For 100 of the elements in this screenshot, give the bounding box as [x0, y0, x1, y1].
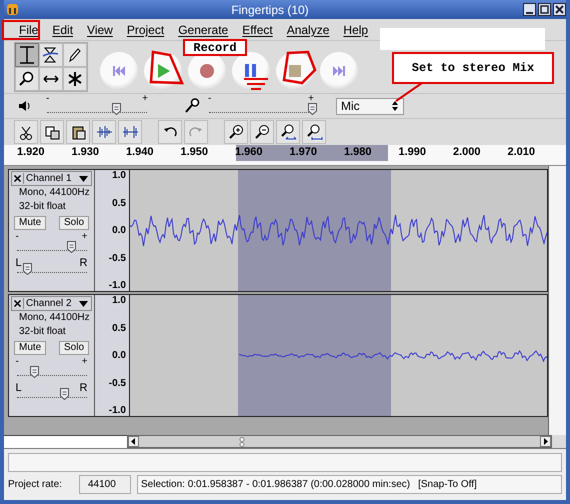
solo-button[interactable]: Solo [58, 216, 89, 230]
menu-item[interactable]: Edit [45, 22, 80, 36]
minimize-icon[interactable] [523, 3, 536, 16]
zoom-in-icon [228, 124, 244, 140]
annotation-box [2, 20, 40, 40]
transport-button[interactable] [100, 52, 138, 90]
window-title: Fingertips (10) [230, 2, 310, 16]
slider-label: - [16, 232, 19, 242]
edit-tool-button[interactable] [158, 120, 182, 144]
ruler-label: 2.010 [508, 145, 536, 158]
edit-tool-button[interactable] [302, 120, 326, 144]
edit-tool-button[interactable] [66, 120, 90, 144]
track-format: Mono, 44100Hz [18, 186, 91, 200]
close-icon[interactable] [12, 173, 24, 184]
rate-label: Project rate: [8, 479, 63, 490]
scale-label: 0.0 [112, 350, 126, 361]
close-icon[interactable] [12, 298, 24, 309]
slider-thumb[interactable] [308, 103, 317, 115]
waveform-icon [122, 124, 138, 140]
track-format: Mono, 44100Hz [18, 311, 91, 325]
slider-thumb[interactable] [67, 241, 76, 253]
menu-item[interactable]: Effect [235, 22, 280, 36]
annotation-underline [243, 77, 269, 91]
leader-line [394, 82, 424, 102]
scale-label: 0.0 [112, 225, 126, 236]
slider-label: + [82, 357, 88, 367]
maximize-icon[interactable] [538, 3, 551, 16]
solo-button[interactable]: Solo [58, 341, 89, 355]
mute-button[interactable]: Mute [14, 216, 46, 230]
snap-status: [Snap-To Off] [418, 479, 477, 490]
grip-icon[interactable] [239, 436, 245, 446]
menu-item[interactable]: Project [120, 22, 172, 36]
slider-thumb[interactable] [112, 103, 121, 115]
ruler-label: 1.930 [72, 145, 100, 158]
source-dropdown[interactable]: Mic [336, 98, 404, 114]
zoom-fit-icon [280, 124, 296, 140]
scale-label: 1.0 [112, 295, 126, 306]
scale-label: 0.5 [112, 322, 126, 334]
tool-button[interactable] [39, 67, 63, 91]
slider-label: + [142, 94, 148, 104]
vertical-scrollbar[interactable] [548, 166, 566, 435]
ruler-label: 1.990 [398, 145, 428, 158]
clipboard-icon [70, 124, 86, 140]
tool-button[interactable] [63, 67, 87, 91]
ruler-label: 1.980 [344, 145, 373, 158]
slider-label: L [16, 258, 22, 268]
slider-thumb[interactable] [30, 366, 39, 378]
edit-tool-button[interactable] [276, 120, 300, 144]
ruler-label: 1.950 [180, 145, 210, 158]
menu-item[interactable]: Generate [171, 22, 236, 36]
track-sample-format: 32-bit float [18, 200, 67, 214]
tool-button[interactable] [15, 67, 39, 91]
tool-button[interactable] [15, 43, 39, 67]
scale-label: -0.5 [108, 252, 126, 264]
zoom-out-icon [254, 124, 270, 140]
mute-button[interactable]: Mute [14, 341, 46, 355]
menu-item[interactable]: Help [336, 22, 376, 36]
tool-button[interactable] [39, 43, 63, 67]
menu-item[interactable]: Analyze [280, 22, 336, 36]
scale-label: -1.0 [108, 280, 126, 291]
slider-label: + [308, 94, 314, 104]
slider-label: L [16, 383, 22, 393]
track-sample-format: 32-bit float [18, 325, 67, 339]
slider-label: R [80, 383, 88, 393]
rate-field[interactable]: 44100 [79, 475, 131, 494]
slider-thumb[interactable] [23, 263, 32, 275]
menu-item[interactable]: View [80, 22, 120, 36]
tool-button[interactable] [63, 43, 87, 67]
app-icon [6, 3, 19, 16]
scale-label: 1.0 [112, 170, 126, 181]
microphone-icon [184, 98, 200, 114]
slider-label: - [46, 94, 50, 104]
speaker-icon [18, 99, 32, 113]
copy-icon [44, 124, 60, 140]
ruler-label: 1.920 [17, 145, 46, 158]
slider-label: - [16, 357, 19, 367]
edit-tool-button[interactable] [40, 120, 64, 144]
transport-button[interactable] [320, 52, 358, 90]
edit-tool-button[interactable] [14, 120, 38, 144]
slider-label: - [208, 94, 212, 104]
ruler-label: 1.940 [126, 145, 155, 158]
scale-label: -0.5 [108, 378, 126, 388]
record-icon [198, 62, 216, 80]
scale-label: -1.0 [108, 405, 126, 416]
ibeam-icon [18, 46, 36, 64]
menu-item[interactable]: File [12, 22, 46, 36]
annotation-label: Record [183, 39, 247, 56]
edit-tool-button[interactable] [224, 120, 248, 144]
close-icon[interactable] [553, 3, 566, 16]
waveform-area[interactable] [130, 170, 547, 291]
edit-tool-button[interactable] [92, 120, 116, 144]
slider-thumb[interactable] [60, 388, 70, 400]
stop-icon [286, 62, 304, 80]
envelope-icon [42, 46, 60, 64]
caret-icon[interactable] [79, 300, 88, 306]
magnifier-icon [18, 70, 36, 88]
horizontal-scrollbar[interactable] [127, 435, 552, 448]
caret-icon[interactable] [79, 176, 88, 182]
edit-tool-button[interactable] [118, 120, 142, 144]
edit-tool-button[interactable] [250, 120, 274, 144]
